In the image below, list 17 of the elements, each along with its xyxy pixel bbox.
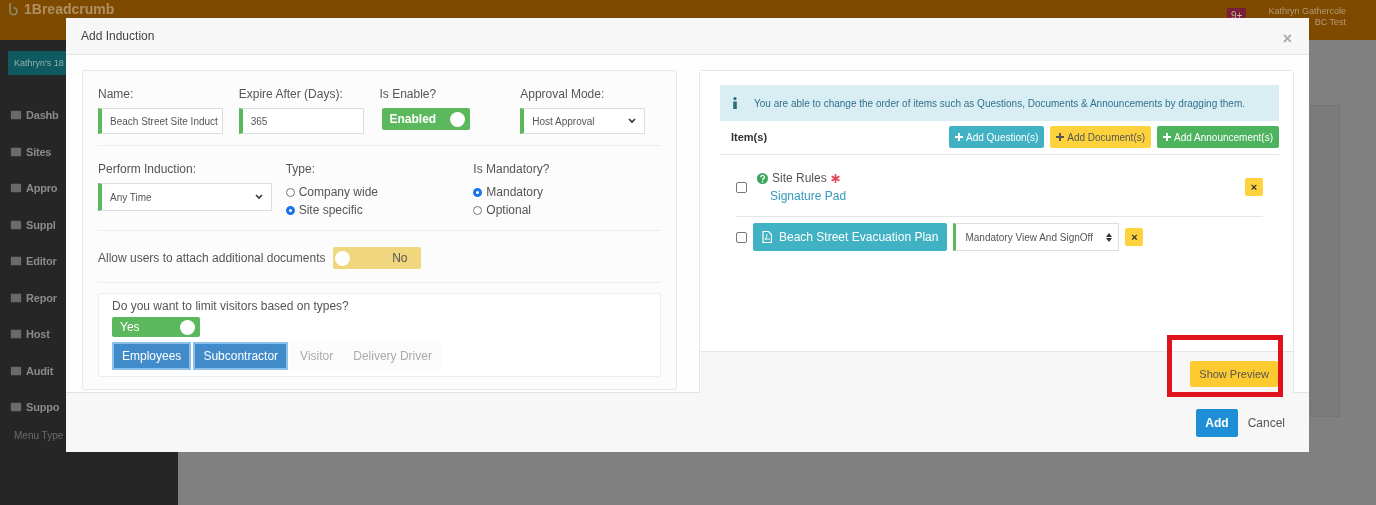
info-text: You are able to change the order of items such as Questions, Documents & Announcements by dragging them.: [754, 97, 1246, 109]
field-label: Type:: [285, 162, 317, 176]
section-heading: Item(s): [730, 131, 768, 143]
field-label: Expire After (Days):: [238, 87, 344, 101]
menu-type-label: Menu Type: [13, 428, 65, 443]
field-label: Is Mandatory?: [473, 162, 551, 176]
field-label: Approval Mode:: [520, 87, 606, 101]
logo-text: 1Breadcrumb: [24, 1, 115, 17]
field-label: Name:: [98, 87, 135, 101]
user-org: BC Test: [1314, 17, 1346, 28]
field-label: Do you want to limit visitors based on types?: [112, 299, 350, 313]
field-label: Allow users to attach additional documents: [98, 251, 326, 265]
field-label: Perform Induction:: [98, 162, 198, 176]
question-title: Site Rules: [772, 171, 827, 185]
dialog-title: Add Induction: [81, 29, 155, 43]
user-name: Kathryn Gathercole: [1268, 6, 1346, 17]
field-label: Is Enable?: [379, 87, 438, 101]
